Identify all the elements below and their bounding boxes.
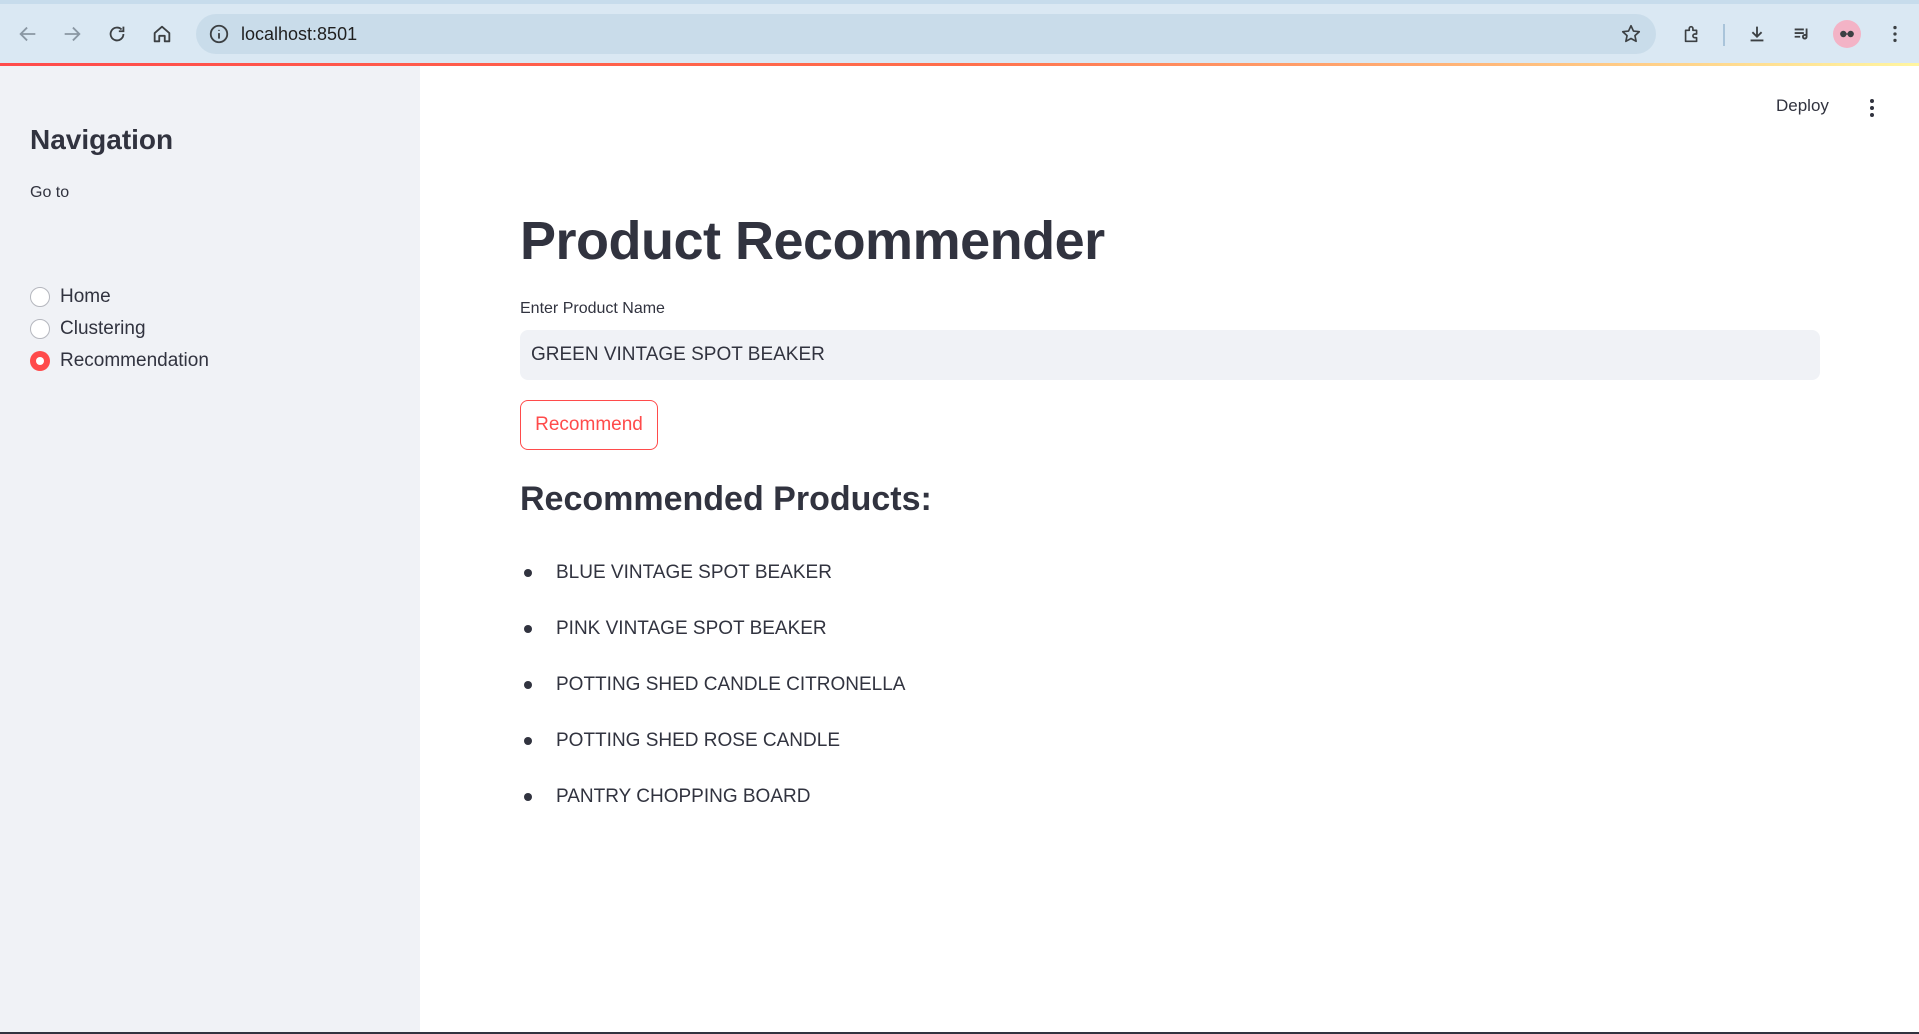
product-name: BLUE VINTAGE SPOT BEAKER (556, 562, 832, 583)
kebab-dot (1870, 106, 1874, 110)
url-text[interactable]: localhost:8501 (241, 24, 357, 45)
product-name: POTTING SHED CANDLE CITRONELLA (556, 674, 906, 695)
bullet (524, 625, 532, 633)
downloads-button[interactable] (1741, 18, 1773, 50)
puzzle-icon (1684, 25, 1698, 43)
list-item: PANTRY CHOPPING BOARD (520, 769, 905, 825)
tab-strip (0, 0, 1919, 4)
radio-option-label: Clustering (60, 318, 146, 339)
browser-menu-button[interactable] (1879, 18, 1911, 50)
app-menu-button[interactable] (1862, 96, 1882, 120)
radio-button[interactable] (30, 319, 50, 339)
page-title: Product Recommender (520, 211, 1105, 271)
sidebar (0, 66, 420, 1034)
list-item: PINK VINTAGE SPOT BEAKER (520, 601, 905, 657)
list-item: BLUE VINTAGE SPOT BEAKER (520, 545, 905, 601)
product-name-input[interactable] (520, 330, 1820, 380)
product-name-label: Enter Product Name (520, 300, 665, 317)
back-button[interactable] (12, 18, 44, 50)
radio-option-label: Home (60, 286, 111, 307)
back-arrow-icon (19, 26, 36, 42)
bullet (524, 793, 532, 801)
site-info-icon[interactable] (208, 23, 230, 45)
vertical-dots-icon (1893, 25, 1897, 43)
home-icon (153, 25, 171, 43)
reload-button[interactable] (101, 18, 133, 50)
radio-option-clustering[interactable]: Clustering (30, 315, 146, 343)
download-icon (1750, 26, 1764, 42)
forward-arrow-icon (64, 26, 81, 42)
bookmark-star-icon[interactable] (1620, 23, 1642, 45)
list-item: POTTING SHED CANDLE CITRONELLA (520, 657, 905, 713)
media-controls-button[interactable] (1786, 18, 1818, 50)
address-bar[interactable]: localhost:8501 (196, 14, 1656, 54)
bullet (524, 737, 532, 745)
forward-button[interactable] (56, 18, 88, 50)
toolbar-separator (1723, 24, 1725, 46)
bullet (524, 569, 532, 577)
browser-toolbar: localhost:8501 (0, 0, 1919, 66)
extensions-button[interactable] (1676, 18, 1708, 50)
sidebar-title: Navigation (30, 124, 174, 155)
avatar-glasses-icon (1840, 30, 1854, 38)
kebab-dot (1870, 99, 1874, 103)
deploy-button[interactable]: Deploy (1776, 96, 1829, 116)
radio-group-label: Go to (30, 184, 70, 201)
product-name: POTTING SHED ROSE CANDLE (556, 730, 840, 751)
radio-option-recommendation[interactable]: Recommendation (30, 347, 209, 375)
list-item: POTTING SHED ROSE CANDLE (520, 713, 905, 769)
media-queue-icon (1794, 28, 1808, 40)
radio-option-home[interactable]: Home (30, 283, 111, 311)
kebab-dot (1870, 113, 1874, 117)
results-heading: Recommended Products: (520, 480, 932, 518)
radio-button[interactable] (30, 287, 50, 307)
radio-option-label: Recommendation (60, 350, 209, 371)
profile-avatar[interactable] (1833, 20, 1861, 48)
recommend-button[interactable]: Recommend (520, 400, 658, 450)
home-button[interactable] (146, 18, 178, 50)
reload-icon (109, 26, 125, 42)
product-name: PANTRY CHOPPING BOARD (556, 786, 811, 807)
radio-button-checked[interactable] (30, 351, 50, 371)
bullet (524, 681, 532, 689)
product-name: PINK VINTAGE SPOT BEAKER (556, 618, 827, 639)
recommended-products-list: BLUE VINTAGE SPOT BEAKER PINK VINTAGE SP… (520, 545, 905, 825)
